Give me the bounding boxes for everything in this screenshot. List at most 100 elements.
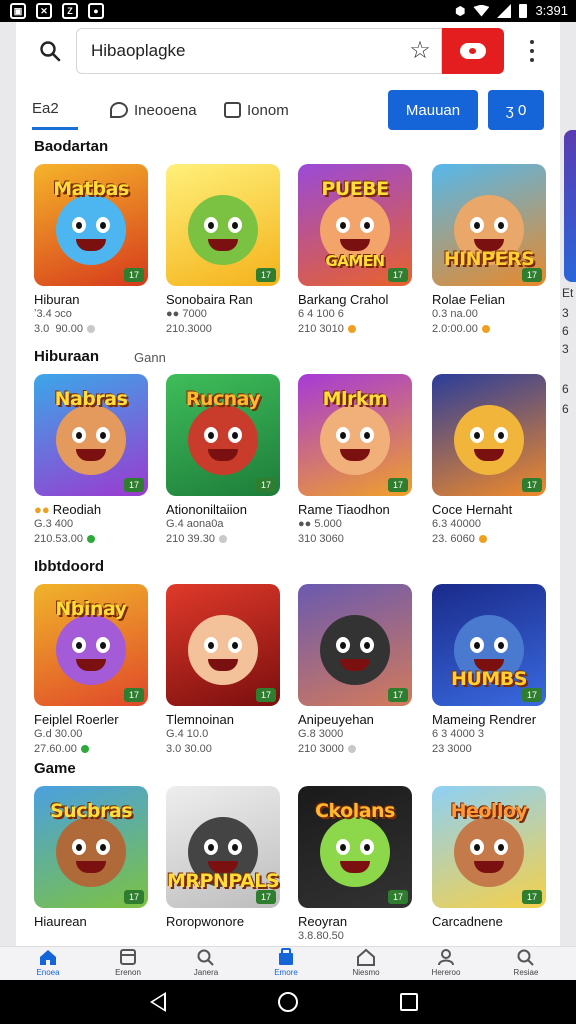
game-card[interactable]: Mlrkm 17 Rame Tiaodhon ●● 5.000 310 3060	[298, 374, 412, 547]
age-rating-badge: 17	[256, 268, 276, 282]
game-thumbnail[interactable]: Sucbras 17	[34, 786, 148, 908]
game-name-text: Hiaurean	[34, 914, 87, 929]
nav-label: Hereroo	[431, 968, 461, 977]
game-thumbnail[interactable]: 17	[432, 374, 546, 496]
tab-ionom[interactable]: Ionom	[224, 90, 289, 130]
favorite-button[interactable]: ☆	[407, 38, 433, 64]
section-title: Baodartan	[34, 138, 109, 155]
nav-search-alt[interactable]: Resiae	[490, 947, 562, 981]
game-thumbnail[interactable]: 17	[166, 584, 280, 706]
nav-profile[interactable]: Hereroo	[410, 947, 482, 981]
game-name: Feiplel Roerler	[34, 712, 148, 727]
game-logo: Nabras	[54, 388, 128, 410]
game-card[interactable]: HUMBS 17 Mameing Rendrer 6 3 4000 3 23 3000	[432, 584, 546, 757]
game-thumbnail[interactable]: MRPNPALS 17	[166, 786, 280, 908]
game-character-art	[454, 816, 524, 887]
game-name-text: Reoyran	[298, 914, 348, 929]
game-thumbnail[interactable]: HINPERS 17	[432, 164, 546, 286]
game-rating: G.3 400	[34, 518, 74, 530]
game-thumbnail[interactable]: 17	[166, 164, 280, 286]
game-name-text: Hiburan	[34, 292, 80, 307]
age-rating-badge: 17	[256, 890, 276, 904]
search-input[interactable]	[77, 29, 377, 73]
age-rating-badge: 17	[124, 890, 144, 904]
next-card-peek[interactable]	[564, 130, 576, 282]
nav-label: Resiae	[513, 968, 539, 977]
game-thumbnail[interactable]: PUEBE GAMEN 17	[298, 164, 412, 286]
game-logo: Ckolans	[315, 800, 395, 822]
game-downloads: 210 3010	[298, 322, 412, 337]
status-dot-icon	[478, 535, 487, 544]
nav-house-outline[interactable]: Niesmo	[330, 947, 402, 981]
chat-icon: ●	[88, 3, 104, 19]
news-icon: Z	[62, 3, 78, 19]
game-card[interactable]: Nabras 17 ●● Reodiah G.3 400 210.53.00	[34, 374, 148, 547]
age-rating-badge: 17	[522, 478, 542, 492]
game-thumbnail[interactable]: Nabras 17	[34, 374, 148, 496]
primary-button[interactable]: Mauuan	[388, 90, 478, 130]
nav-label: Emore	[274, 968, 298, 977]
game-rating: 6 3 4000 3	[432, 728, 484, 740]
chat-bubble-icon	[110, 102, 128, 118]
game-downloads-text: 210 3000	[298, 743, 344, 755]
game-name: Coce Hernaht	[432, 502, 546, 517]
game-thumbnail[interactable]: 17	[298, 584, 412, 706]
star-icon: ☆	[409, 37, 431, 64]
game-rating: G.8 3000	[298, 728, 344, 740]
game-card[interactable]: Sucbras 17 Hiaurean	[34, 786, 148, 929]
bottom-nav: Enoea Erenon Janera Emore Niesmo Hereroo Resia…	[0, 946, 576, 980]
nav-home[interactable]: Enoea	[12, 947, 84, 981]
game-thumbnail[interactable]: Matbas 17	[34, 164, 148, 286]
game-card[interactable]: 17 Anipeuyehan G.8 3000 210 3000	[298, 584, 412, 757]
tab-ea2[interactable]: Ea2	[32, 90, 78, 130]
game-card[interactable]: 17 Coce Hernaht 6.3 40000 23. 6060	[432, 374, 546, 547]
game-name: Tlemnoinan	[166, 712, 280, 727]
nav-search[interactable]: Janera	[170, 947, 242, 981]
status-dot-icon	[80, 745, 89, 754]
house-outline-icon	[356, 948, 376, 966]
game-name-text: Sonobaira Ran	[166, 292, 253, 307]
game-downloads-text: 210.53.00	[34, 533, 83, 545]
nav-store[interactable]: Emore	[250, 947, 322, 981]
game-rating: ●● 5.000	[298, 518, 342, 530]
game-rating: G.4 aona0a	[166, 518, 224, 530]
peek-text: 3	[562, 342, 569, 356]
game-card[interactable]: Nbinay 17 Feiplel Roerler G.d 30.00 27.60.00	[34, 584, 148, 757]
status-bar: ▣ ✕ Z ● ⬢ 3:391	[0, 0, 576, 22]
search-bar: ☆	[28, 28, 548, 74]
game-logo: HUMBS	[451, 668, 527, 690]
game-downloads: 23 3000	[432, 742, 546, 757]
game-rating: G.d 30.00	[34, 728, 83, 740]
age-rating-badge: 17	[388, 890, 408, 904]
game-card[interactable]: PUEBE GAMEN 17 Barkang Crahol 6 4 100 6 210 3…	[298, 164, 412, 337]
game-logo: Rucnay	[185, 388, 261, 410]
home-circle-icon[interactable]	[278, 992, 298, 1012]
tab-ineooena[interactable]: Ineooena	[110, 90, 197, 130]
game-thumbnail[interactable]: Mlrkm 17	[298, 374, 412, 496]
more-options-button[interactable]	[522, 38, 542, 64]
game-character-art	[320, 404, 390, 475]
game-thumbnail[interactable]: HUMBS 17	[432, 584, 546, 706]
record-button[interactable]	[442, 28, 504, 74]
back-icon[interactable]	[150, 992, 166, 1012]
secondary-button[interactable]: ʒ 0	[488, 90, 544, 130]
game-thumbnail[interactable]: Heolloy 17	[432, 786, 546, 908]
search-button[interactable]	[28, 28, 72, 74]
game-card[interactable]: Heolloy 17 Carcadnene	[432, 786, 546, 929]
game-card[interactable]: Matbas 17 Hiburan ʼ3.4 ɔco 3.0 90.00	[34, 164, 148, 337]
age-rating-badge: 17	[256, 478, 276, 492]
game-card[interactable]: Ckolans 17 Reoyran 3.8.80.50	[298, 786, 412, 944]
nav-book[interactable]: Erenon	[92, 947, 164, 981]
game-card[interactable]: 17 Tlemnoinan G.4 10.0 3.0 30.00	[166, 584, 280, 757]
game-card[interactable]: Rucnay 17 Ationoniltaiion G.4 aona0a 210 39.…	[166, 374, 280, 547]
game-card[interactable]: HINPERS 17 Rolae Felian 0.3 na.00 2.0:00.00	[432, 164, 546, 337]
game-thumbnail[interactable]: Nbinay 17	[34, 584, 148, 706]
game-card[interactable]: 17 Sonobaira Ran ●● 7000 210.3000	[166, 164, 280, 337]
game-rating: 6.3 40000	[432, 518, 481, 530]
game-character-art	[454, 404, 524, 475]
game-thumbnail[interactable]: Ckolans 17	[298, 786, 412, 908]
game-thumbnail[interactable]: Rucnay 17	[166, 374, 280, 496]
recents-icon[interactable]	[400, 993, 418, 1011]
status-dot-icon	[218, 535, 227, 544]
game-card[interactable]: MRPNPALS 17 Roropwonore	[166, 786, 280, 929]
